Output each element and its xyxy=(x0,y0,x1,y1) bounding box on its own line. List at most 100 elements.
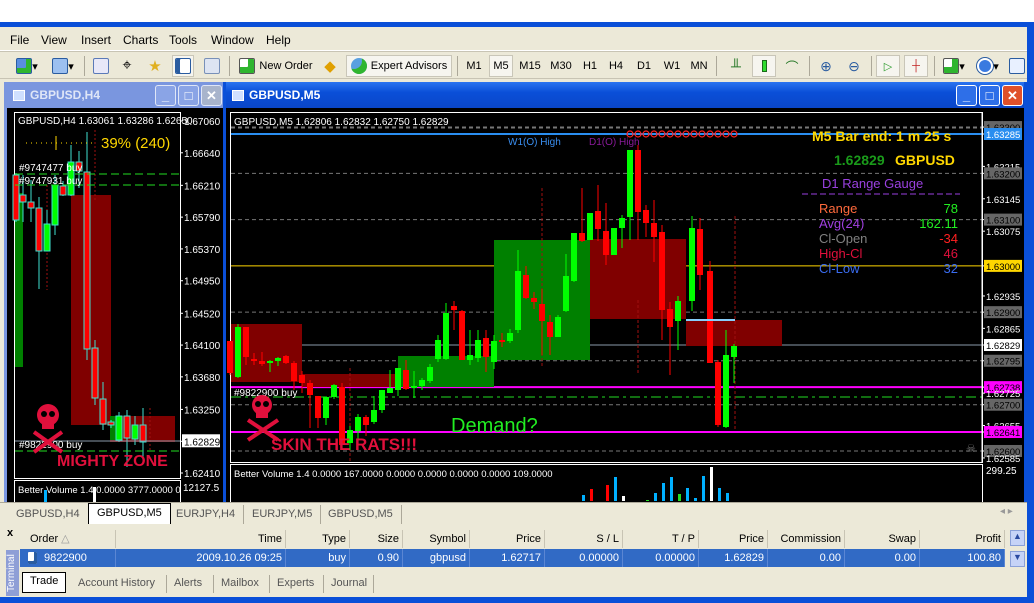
new-order-button[interactable]: New Order xyxy=(236,55,316,77)
candle-body xyxy=(379,390,385,410)
candlestick-button[interactable] xyxy=(752,55,776,77)
h4-chart[interactable]: 1.670601.666401.662101.657901.653701.649… xyxy=(7,108,223,502)
line-chart-button[interactable]: ⌒ xyxy=(782,55,802,77)
table-cell[interactable]: 9822900 xyxy=(20,549,116,567)
m5-chart[interactable]: 1.633001.632851.632151.632001.631451.631… xyxy=(226,108,1024,502)
periods-button[interactable]: ▾ xyxy=(974,55,1002,77)
menu-charts[interactable]: Charts xyxy=(123,33,158,47)
profiles-icon xyxy=(52,58,69,74)
menu-file[interactable]: File xyxy=(10,33,29,47)
column-header[interactable]: Size xyxy=(350,530,403,548)
terminal-tab[interactable]: Journal xyxy=(324,575,374,593)
terminal-tab[interactable]: Mailbox xyxy=(214,575,270,593)
terminal-tab[interactable]: Account History xyxy=(71,575,167,593)
close-button[interactable]: ✕ xyxy=(201,85,222,106)
indicators-button[interactable]: ▾ xyxy=(940,55,968,77)
maximize-button[interactable]: □ xyxy=(979,85,1000,106)
profiles-button[interactable]: ▾ xyxy=(48,55,78,77)
volume-bar xyxy=(694,498,697,501)
timeframe-h1[interactable]: H1 xyxy=(578,55,602,77)
table-cell[interactable]: gbpusd xyxy=(403,549,470,567)
timeframe-h4[interactable]: H4 xyxy=(604,55,628,77)
maximize-button[interactable]: □ xyxy=(178,85,199,106)
column-header[interactable]: Symbol xyxy=(403,530,470,548)
timeframe-mn[interactable]: MN xyxy=(686,55,712,77)
timeframe-m1[interactable]: M1 xyxy=(462,55,486,77)
menu-window[interactable]: Window xyxy=(211,33,254,47)
auto-scroll-button[interactable]: ▷ xyxy=(876,55,900,77)
table-cell[interactable]: 1.62717 xyxy=(470,549,545,567)
chart-tab[interactable]: GBPUSD,M5 xyxy=(320,505,402,524)
title-bar[interactable]: GBPUSD,M5 xyxy=(226,82,1024,108)
menu-tools[interactable]: Tools xyxy=(169,33,197,47)
timeframe-m5[interactable]: M5 xyxy=(489,55,513,77)
menu-view[interactable]: View xyxy=(41,33,67,47)
terminal-tab[interactable]: Alerts xyxy=(167,575,214,593)
column-header[interactable]: T / P xyxy=(623,530,699,548)
menu-help[interactable]: Help xyxy=(266,33,291,47)
expert-advisors-button[interactable]: Expert Advisors xyxy=(346,55,452,77)
table-cell[interactable]: 2009.10.26 09:25 xyxy=(116,549,286,567)
timeframe-w1[interactable]: W1 xyxy=(660,55,684,77)
scroll-up-button[interactable]: ▲ xyxy=(1010,530,1025,546)
close-button[interactable]: ✕ xyxy=(1002,85,1023,106)
timeframe-d1[interactable]: D1 xyxy=(632,55,656,77)
zoom-in-button[interactable]: ⊕ xyxy=(815,55,837,77)
minimize-button[interactable]: _ xyxy=(956,85,977,106)
window-border xyxy=(1027,22,1034,603)
candle-body xyxy=(19,194,27,203)
table-cell[interactable]: 0.90 xyxy=(350,549,403,567)
table-cell[interactable]: 0.00000 xyxy=(623,549,699,567)
chart-window-icon xyxy=(13,89,25,101)
candle-body xyxy=(27,201,35,209)
favorites-button[interactable]: ★ xyxy=(145,55,165,77)
bar-chart-button[interactable]: ╨ xyxy=(726,55,746,77)
market-watch-button[interactable] xyxy=(91,55,111,77)
table-cell[interactable]: 0.00 xyxy=(845,549,920,567)
minimize-button[interactable]: _ xyxy=(155,85,176,106)
table-cell[interactable]: buy xyxy=(286,549,350,567)
strategy-tester-button[interactable] xyxy=(201,55,223,77)
alert-button[interactable]: ◆ xyxy=(320,55,340,77)
zoom-out-button[interactable]: ⊖ xyxy=(843,55,865,77)
terminal-tab[interactable]: Trade xyxy=(22,572,66,593)
chart-shift-icon: ┼ xyxy=(912,60,920,72)
cell-value: 1.62717 xyxy=(501,552,541,564)
column-header[interactable]: Swap xyxy=(845,530,920,548)
volume-bar xyxy=(670,477,673,501)
chart-tab[interactable]: GBPUSD,M5 xyxy=(88,503,171,524)
d1-high-label: D1(O) High xyxy=(589,137,640,148)
timeframe-m30[interactable]: M30 xyxy=(546,55,576,77)
table-cell[interactable]: 1.62829 xyxy=(699,549,768,567)
column-header[interactable]: Price xyxy=(699,530,768,548)
table-cell[interactable]: 100.80 xyxy=(920,549,1005,567)
terminal-close-button[interactable]: x xyxy=(7,527,13,539)
table-cell[interactable]: 0.00 xyxy=(768,549,845,567)
chart-tab[interactable]: GBPUSD,H4 xyxy=(8,505,89,524)
timeframe-label: H1 xyxy=(582,60,598,72)
navigator-button[interactable] xyxy=(172,55,194,77)
scroll-down-button[interactable]: ▼ xyxy=(1010,551,1025,567)
column-header[interactable]: Commission xyxy=(768,530,845,548)
templates-button[interactable] xyxy=(1008,55,1026,77)
symbol-label: GBPUSD xyxy=(895,152,955,168)
crosshair-button[interactable]: ⌖ xyxy=(117,55,137,77)
column-header[interactable]: S / L xyxy=(545,530,623,548)
timeframe-m15[interactable]: M15 xyxy=(516,55,544,77)
terminal-tab[interactable]: Experts xyxy=(270,575,324,593)
candle-body xyxy=(267,361,273,363)
table-cell[interactable]: 0.00000 xyxy=(545,549,623,567)
column-header[interactable]: Profit xyxy=(920,530,1005,548)
chart-tab[interactable]: EURJPY,H4 xyxy=(168,505,245,524)
auto-scroll-icon: ▷ xyxy=(883,60,893,73)
column-header[interactable]: Price xyxy=(470,530,545,548)
column-header[interactable]: Type xyxy=(286,530,350,548)
new-chart-button[interactable]: ▾ xyxy=(12,55,42,77)
column-header[interactable]: Order △ xyxy=(20,530,116,548)
column-header-label: Time xyxy=(257,533,282,545)
menu-insert[interactable]: Insert xyxy=(81,33,111,47)
tab-scroll-arrows[interactable]: ◂ ▸ xyxy=(1000,506,1013,517)
column-header[interactable]: Time xyxy=(116,530,286,548)
chart-tab[interactable]: EURJPY,M5 xyxy=(244,505,322,524)
chart-shift-button[interactable]: ┼ xyxy=(904,55,928,77)
